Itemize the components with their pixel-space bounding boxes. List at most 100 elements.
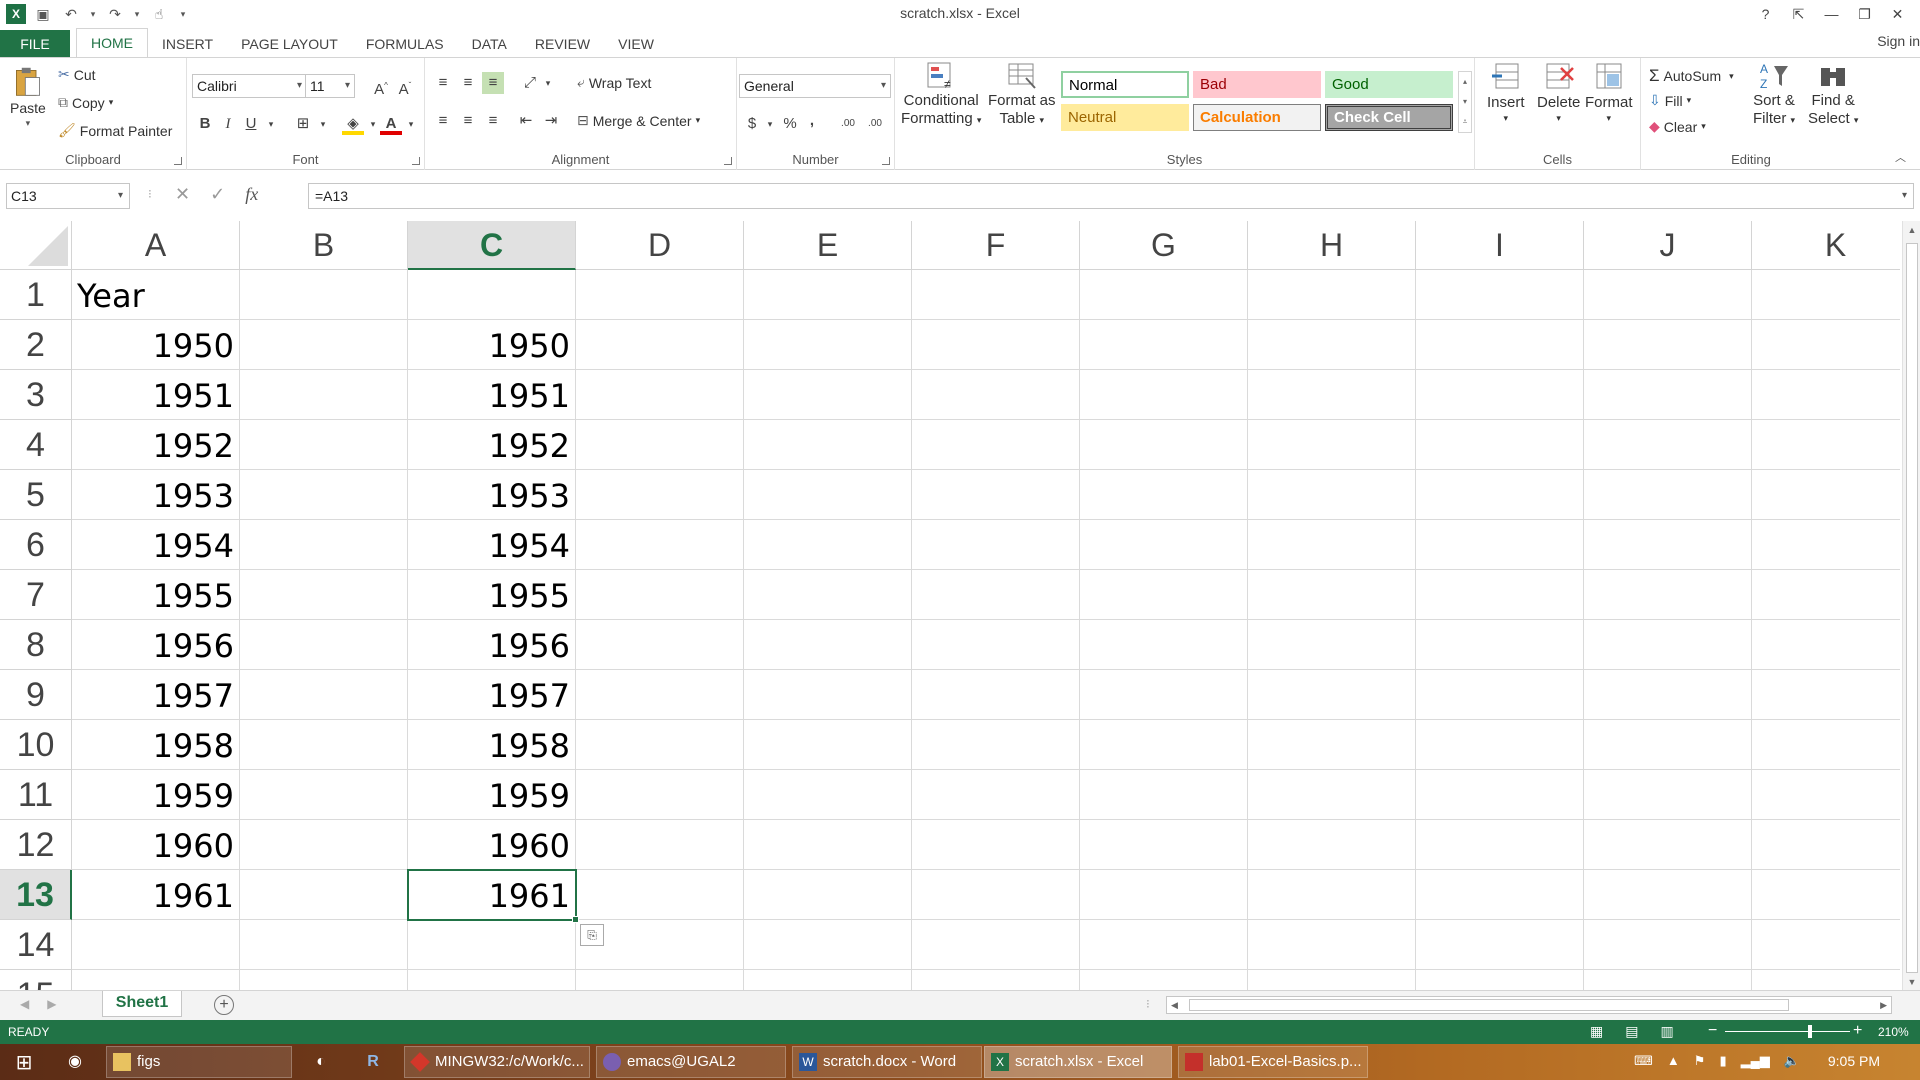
cell-j13[interactable] [1584, 870, 1752, 920]
column-header-a[interactable]: A [72, 221, 240, 270]
align-right-icon[interactable]: ≡ [482, 110, 504, 132]
prev-sheet-icon[interactable]: ◀ [20, 997, 29, 1011]
horizontal-scrollbar[interactable]: ◀ ▶ [1166, 996, 1892, 1014]
cell-b14[interactable] [240, 920, 408, 970]
cell-e4[interactable] [744, 420, 912, 470]
windows-start-icon[interactable]: ⊞ [10, 1050, 38, 1074]
font-launcher-icon[interactable] [412, 157, 420, 165]
taskbar-item-word[interactable]: Wscratch.docx - Word [792, 1046, 982, 1078]
cell-e13[interactable] [744, 870, 912, 920]
cell-g15[interactable] [1080, 970, 1248, 990]
worksheet-grid[interactable]: A B C D E F G H I J K 1 Year 2 1950 1950 3 1951 1951 4 1952 1… [0, 221, 1900, 990]
cell-b1[interactable] [240, 270, 408, 320]
font-color-dropdown-icon[interactable]: ▾ [400, 113, 422, 135]
cell-f1[interactable] [912, 270, 1080, 320]
cell-j10[interactable] [1584, 720, 1752, 770]
enter-icon[interactable]: ✓ [210, 184, 225, 205]
tab-view[interactable]: VIEW [604, 30, 668, 58]
cell-i6[interactable] [1416, 520, 1584, 570]
cell-a6[interactable]: 1954 [72, 520, 240, 570]
cell-j8[interactable] [1584, 620, 1752, 670]
cell-a11[interactable]: 1959 [72, 770, 240, 820]
cell-f7[interactable] [912, 570, 1080, 620]
taskbar-item-excel[interactable]: Xscratch.xlsx - Excel [984, 1046, 1172, 1078]
cell-h5[interactable] [1248, 470, 1416, 520]
cell-h15[interactable] [1248, 970, 1416, 990]
cell-d4[interactable] [576, 420, 744, 470]
cell-e11[interactable] [744, 770, 912, 820]
scroll-left-icon[interactable]: ◀ [1171, 997, 1178, 1013]
cell-e3[interactable] [744, 370, 912, 420]
clipboard-launcher-icon[interactable] [174, 157, 182, 165]
wrap-text-button[interactable]: ⤶ Wrap Text [577, 74, 651, 91]
cell-g12[interactable] [1080, 820, 1248, 870]
number-launcher-icon[interactable] [882, 157, 890, 165]
fill-handle[interactable] [572, 916, 579, 923]
insert-function-icon[interactable]: fx [245, 184, 258, 205]
increase-decimal-icon[interactable]: .00 [837, 113, 859, 135]
cell-g8[interactable] [1080, 620, 1248, 670]
cell-i3[interactable] [1416, 370, 1584, 420]
cell-a9[interactable]: 1957 [72, 670, 240, 720]
cell-d13[interactable] [576, 870, 744, 920]
cell-k2[interactable] [1752, 320, 1900, 370]
cell-g13[interactable] [1080, 870, 1248, 920]
cell-b8[interactable] [240, 620, 408, 670]
row-header-15[interactable]: 15 [0, 970, 72, 990]
cell-b9[interactable] [240, 670, 408, 720]
cell-b3[interactable] [240, 370, 408, 420]
cell-a13[interactable]: 1961 [72, 870, 240, 920]
cell-k11[interactable] [1752, 770, 1900, 820]
restore-icon[interactable]: ❐ [1848, 2, 1881, 26]
cell-d3[interactable] [576, 370, 744, 420]
sign-in-link[interactable]: Sign in [1877, 33, 1920, 49]
cell-e5[interactable] [744, 470, 912, 520]
merge-center-button[interactable]: ⊟ Merge & Center ▾ [577, 112, 700, 129]
cell-g14[interactable] [1080, 920, 1248, 970]
cell-g5[interactable] [1080, 470, 1248, 520]
cell-h6[interactable] [1248, 520, 1416, 570]
scroll-up-icon[interactable]: ▲ [1903, 221, 1920, 239]
insert-cells-button[interactable]: Insert ▾ [1487, 60, 1525, 124]
help-icon[interactable]: ? [1749, 2, 1782, 26]
name-box[interactable]: C13 ▾ [6, 183, 130, 209]
tab-split-grip-icon[interactable]: ⁝ [1146, 997, 1150, 1011]
cell-b12[interactable] [240, 820, 408, 870]
format-cells-button[interactable]: Format ▾ [1585, 60, 1633, 124]
cell-a4[interactable]: 1952 [72, 420, 240, 470]
horizontal-scroll-thumb[interactable] [1189, 999, 1789, 1011]
column-header-d[interactable]: D [576, 221, 744, 270]
cell-h2[interactable] [1248, 320, 1416, 370]
increase-indent-icon[interactable]: ⇥ [540, 110, 562, 132]
cell-c7[interactable]: 1955 [408, 570, 576, 620]
cell-c4[interactable]: 1952 [408, 420, 576, 470]
cell-e14[interactable] [744, 920, 912, 970]
cell-f12[interactable] [912, 820, 1080, 870]
cell-d12[interactable] [576, 820, 744, 870]
cell-a8[interactable]: 1956 [72, 620, 240, 670]
autosum-button[interactable]: Σ AutoSum ▾ [1649, 66, 1734, 86]
borders-dropdown-icon[interactable]: ▾ [312, 113, 334, 135]
cell-i12[interactable] [1416, 820, 1584, 870]
tab-home[interactable]: HOME [76, 28, 148, 58]
orientation-dropdown-icon[interactable]: ▾ [537, 72, 559, 94]
tab-formulas[interactable]: FORMULAS [352, 30, 458, 58]
cell-c12[interactable]: 1960 [408, 820, 576, 870]
align-left-icon[interactable]: ≡ [432, 110, 454, 132]
cell-a7[interactable]: 1955 [72, 570, 240, 620]
tab-file[interactable]: FILE [0, 30, 70, 58]
cell-i13[interactable] [1416, 870, 1584, 920]
cell-c5[interactable]: 1953 [408, 470, 576, 520]
cell-j14[interactable] [1584, 920, 1752, 970]
sort-filter-button[interactable]: AZ Sort & Filter ▾ [1753, 60, 1795, 129]
cell-f11[interactable] [912, 770, 1080, 820]
column-header-k[interactable]: K [1752, 221, 1900, 270]
r-icon[interactable]: R [360, 1050, 386, 1074]
format-painter-button[interactable]: 🖌 Format Painter [58, 122, 172, 139]
cell-j4[interactable] [1584, 420, 1752, 470]
cell-c8[interactable]: 1956 [408, 620, 576, 670]
page-layout-view-icon[interactable]: ▤ [1625, 1023, 1638, 1040]
format-as-table-button[interactable]: Format as Table ▾ [988, 60, 1056, 129]
cell-j15[interactable] [1584, 970, 1752, 990]
cell-i8[interactable] [1416, 620, 1584, 670]
